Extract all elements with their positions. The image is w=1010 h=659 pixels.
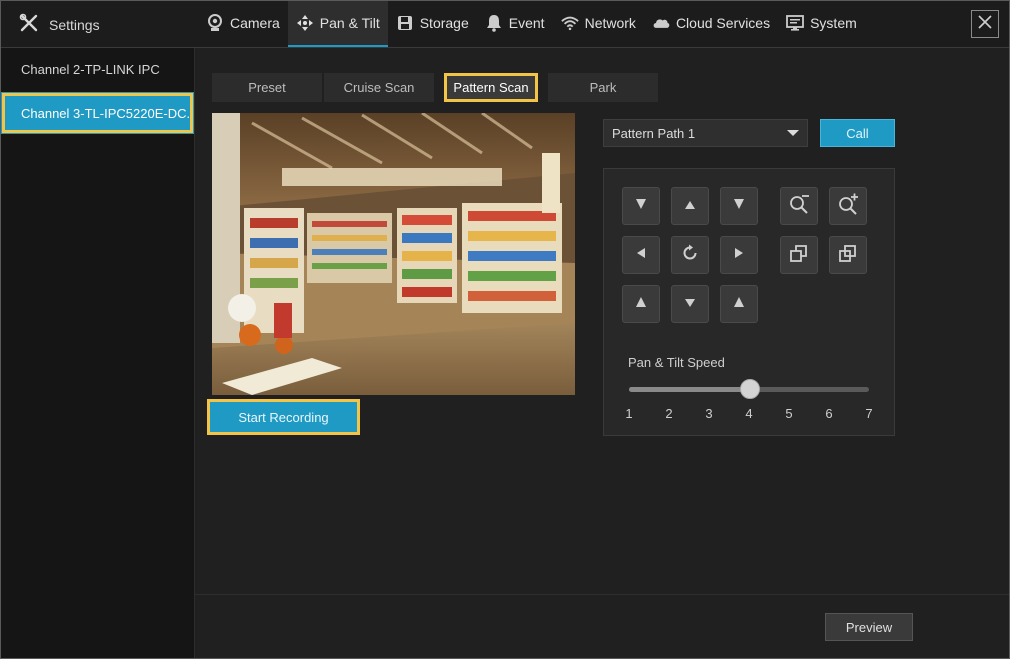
pan-tilt-speed-label: Pan & Tilt Speed bbox=[628, 355, 725, 370]
speed-tick-7: 7 bbox=[865, 406, 873, 421]
start-recording-button[interactable]: Start Recording bbox=[207, 399, 360, 435]
focus-far-icon bbox=[838, 243, 858, 268]
arrow-down-right-icon bbox=[733, 295, 745, 313]
start-recording-label: Start Recording bbox=[238, 409, 329, 425]
call-label: Call bbox=[846, 125, 869, 141]
nav-cloud-services-label: Cloud Services bbox=[675, 15, 771, 31]
pan-down-right-button[interactable] bbox=[720, 285, 758, 323]
nav-network[interactable]: Network bbox=[553, 1, 644, 45]
bell-icon bbox=[485, 14, 503, 32]
wifi-icon bbox=[560, 14, 579, 32]
focus-near-button[interactable] bbox=[780, 236, 818, 274]
preview-label: Preview bbox=[845, 619, 893, 635]
camera-icon bbox=[206, 14, 224, 32]
call-button[interactable]: Call bbox=[820, 119, 895, 147]
nav-camera[interactable]: Camera bbox=[198, 1, 288, 45]
ptz-control-panel: Pan & Tilt Speed 1 2 3 4 5 6 7 bbox=[603, 168, 895, 436]
speed-tick-1: 1 bbox=[625, 406, 633, 421]
speed-tick-4: 4 bbox=[745, 406, 753, 421]
focus-far-button[interactable] bbox=[829, 236, 867, 274]
nav-camera-label: Camera bbox=[230, 15, 280, 31]
tab-pattern-scan[interactable]: Pattern Scan bbox=[444, 73, 538, 102]
tab-park[interactable]: Park bbox=[548, 73, 658, 102]
nav-cloud-services[interactable]: Cloud Services bbox=[644, 1, 778, 45]
slider-fill bbox=[629, 387, 749, 392]
tab-label: Pattern Scan bbox=[453, 80, 529, 95]
speed-tick-6: 6 bbox=[825, 406, 833, 421]
main-panel: Preset Cruise Scan Pattern Scan Park Sta… bbox=[195, 48, 1009, 658]
ptz-tabs: Preset Cruise Scan Pattern Scan Park bbox=[212, 73, 658, 102]
app-title: Settings bbox=[49, 16, 100, 33]
tab-label: Cruise Scan bbox=[343, 80, 415, 95]
live-video-view bbox=[212, 113, 575, 395]
speed-tick-2: 2 bbox=[665, 406, 673, 421]
nav-network-label: Network bbox=[584, 15, 636, 31]
pan-down-button[interactable] bbox=[671, 285, 709, 323]
nav-pan-tilt-label: Pan & Tilt bbox=[319, 15, 380, 31]
close-icon bbox=[978, 14, 992, 34]
speed-tick-5: 5 bbox=[785, 406, 793, 421]
slider-thumb[interactable] bbox=[740, 379, 760, 399]
tab-label: Preset bbox=[248, 80, 286, 95]
top-bar: Settings Camera Pan & Tilt Storage Event bbox=[1, 1, 1009, 48]
pan-left-button[interactable] bbox=[622, 236, 660, 274]
nav-system-label: System bbox=[810, 15, 857, 31]
pan-down-left-button[interactable] bbox=[622, 285, 660, 323]
main-nav: Camera Pan & Tilt Storage Event Network … bbox=[198, 1, 865, 47]
sidebar-item-channel-3[interactable]: Channel 3-TL-IPC5220E-DC... bbox=[1, 92, 194, 134]
pan-up-button[interactable] bbox=[671, 187, 709, 225]
settings-brand: Settings bbox=[19, 13, 100, 36]
speed-tick-3: 3 bbox=[705, 406, 713, 421]
pan-tilt-icon bbox=[296, 14, 314, 32]
pattern-path-select[interactable]: Pattern Path 1 bbox=[603, 119, 808, 147]
tab-label: Park bbox=[589, 80, 617, 95]
sidebar-item-label: Channel 3-TL-IPC5220E-DC... bbox=[21, 105, 194, 121]
arrow-up-left-icon bbox=[635, 197, 647, 215]
arrow-down-left-icon bbox=[635, 295, 647, 313]
close-button[interactable] bbox=[971, 10, 999, 38]
tab-preset[interactable]: Preset bbox=[212, 73, 322, 102]
nav-event[interactable]: Event bbox=[477, 1, 553, 45]
pan-up-left-button[interactable] bbox=[622, 187, 660, 225]
arrow-down-icon bbox=[684, 295, 696, 313]
preview-button[interactable]: Preview bbox=[825, 613, 913, 641]
refresh-icon bbox=[681, 244, 699, 267]
settings-window: Settings Camera Pan & Tilt Storage Event bbox=[0, 0, 1010, 659]
sidebar-item-label: Channel 2-TP-LINK IPC bbox=[21, 61, 160, 77]
nav-system[interactable]: System bbox=[778, 1, 865, 45]
nav-storage[interactable]: Storage bbox=[388, 1, 477, 45]
sidebar-item-channel-2[interactable]: Channel 2-TP-LINK IPC bbox=[1, 48, 194, 90]
tab-cruise-scan[interactable]: Cruise Scan bbox=[324, 73, 434, 102]
speed-tick-labels: 1 2 3 4 5 6 7 bbox=[625, 406, 873, 422]
zoom-out-button[interactable] bbox=[780, 187, 818, 225]
zoom-in-button[interactable] bbox=[829, 187, 867, 225]
arrow-up-right-icon bbox=[733, 197, 745, 215]
arrow-right-icon bbox=[734, 246, 744, 264]
pan-tilt-speed-slider[interactable] bbox=[629, 379, 869, 399]
tools-icon bbox=[19, 13, 39, 36]
video-frame-image bbox=[212, 113, 575, 395]
chevron-down-icon bbox=[787, 130, 799, 136]
nav-event-label: Event bbox=[508, 15, 545, 31]
cloud-icon bbox=[652, 14, 670, 32]
arrow-up-icon bbox=[684, 197, 696, 215]
nav-storage-label: Storage bbox=[419, 15, 469, 31]
footer-bar: Preview bbox=[195, 594, 1009, 658]
ptz-reset-button[interactable] bbox=[671, 236, 709, 274]
nav-pan-tilt[interactable]: Pan & Tilt bbox=[287, 1, 388, 47]
pan-up-right-button[interactable] bbox=[720, 187, 758, 225]
pattern-path-value: Pattern Path 1 bbox=[612, 125, 696, 141]
pan-right-button[interactable] bbox=[720, 236, 758, 274]
arrow-left-icon bbox=[636, 246, 646, 264]
storage-icon bbox=[396, 14, 414, 32]
zoom-in-icon bbox=[837, 193, 859, 220]
zoom-out-icon bbox=[788, 193, 810, 220]
channel-sidebar: Channel 2-TP-LINK IPC Channel 3-TL-IPC52… bbox=[1, 48, 195, 658]
monitor-icon bbox=[786, 14, 804, 32]
focus-near-icon bbox=[789, 243, 809, 268]
